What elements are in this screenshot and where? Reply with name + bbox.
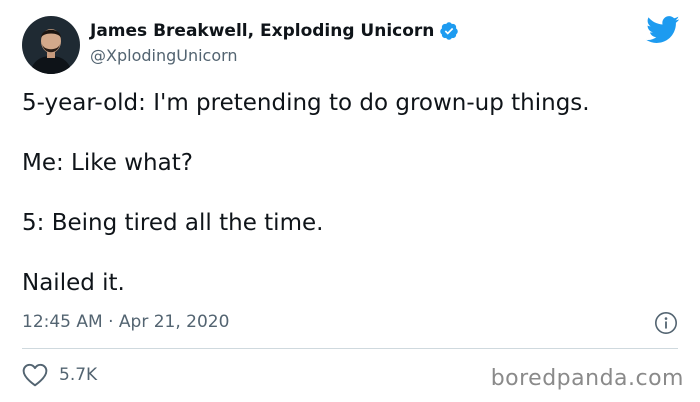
avatar[interactable]: [22, 16, 80, 74]
verified-badge-icon: [440, 22, 459, 40]
tweet-line: Me: Like what?: [22, 150, 193, 176]
like-button[interactable]: 5.7K: [22, 363, 97, 387]
info-icon[interactable]: [654, 311, 678, 335]
tweet-line: 5-year-old: I'm pretending to do grown-u…: [22, 90, 590, 116]
watermark: boredpanda.com: [490, 366, 684, 391]
tweet-line: 5: Being tired all the time.: [22, 210, 324, 236]
author-name[interactable]: James Breakwell, Exploding Unicorn: [90, 21, 459, 41]
twitter-bird-icon[interactable]: [646, 16, 680, 44]
tweet-timestamp[interactable]: 12:45 AM · Apr 21, 2020: [22, 312, 229, 332]
author-handle[interactable]: @XplodingUnicorn: [90, 46, 238, 65]
tweet-text: 5-year-old: I'm pretending to do grown-u…: [22, 88, 682, 328]
heart-icon: [22, 363, 48, 387]
like-count: 5.7K: [59, 365, 98, 385]
tweet-card: James Breakwell, Exploding Unicorn @Xplo…: [0, 0, 700, 402]
tweet-line: Nailed it.: [22, 270, 125, 296]
author-name-text: James Breakwell, Exploding Unicorn: [90, 21, 435, 41]
divider: [22, 348, 678, 349]
